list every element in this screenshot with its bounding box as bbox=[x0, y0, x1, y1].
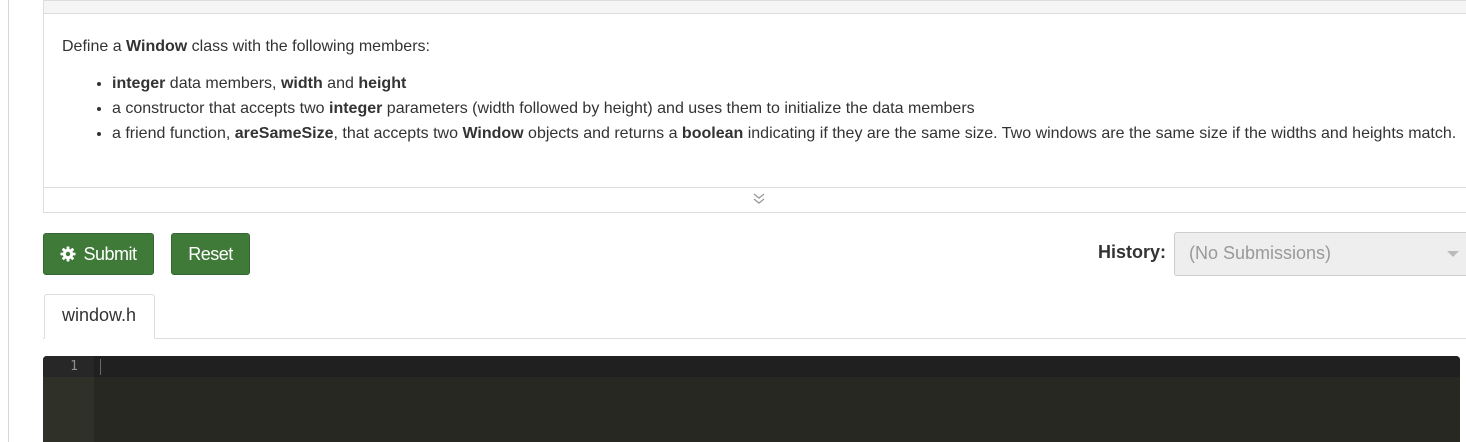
gutter-active-line bbox=[43, 356, 94, 377]
text: a friend function, bbox=[112, 125, 235, 142]
file-tabs-divider bbox=[43, 338, 1466, 339]
line-number: 1 bbox=[70, 359, 78, 374]
text: parameters (width followed by height) an… bbox=[382, 100, 975, 117]
bold-text: integer bbox=[329, 100, 383, 117]
caret-down-icon[interactable] bbox=[1447, 251, 1459, 257]
history-label: History: bbox=[1098, 242, 1167, 262]
file-tab-window-h[interactable]: window.h bbox=[44, 294, 155, 339]
text: objects and returns a bbox=[523, 125, 682, 142]
text: and bbox=[322, 75, 359, 92]
text: , that accepts two bbox=[333, 125, 463, 142]
file-tab-label: window.h bbox=[62, 305, 137, 325]
list-item: a constructor that accepts two integer p… bbox=[112, 96, 1461, 121]
bold-text: Window bbox=[462, 125, 524, 142]
requirements-list: integer data members, width and height a… bbox=[62, 71, 1461, 146]
intro-text: Define a Window class with the following… bbox=[62, 34, 1461, 59]
gear-icon bbox=[60, 246, 76, 262]
panel-header bbox=[44, 1, 1466, 14]
editor-gutter: 1 bbox=[43, 356, 94, 442]
history-select[interactable]: (No Submissions) bbox=[1174, 232, 1466, 276]
bold-text: areSameSize bbox=[234, 125, 334, 142]
bold-text: boolean bbox=[681, 125, 744, 142]
intro-pre: Define a bbox=[62, 38, 127, 55]
text: indicating if they are the same size. Tw… bbox=[743, 125, 1457, 142]
text: data members, bbox=[165, 75, 281, 92]
bold-text: width bbox=[280, 75, 323, 92]
code-editor[interactable]: 1 bbox=[43, 356, 1460, 442]
submit-label: Submit bbox=[83, 243, 137, 264]
problem-description-panel: Define a Window class with the following… bbox=[43, 0, 1466, 213]
text: a constructor that accepts two bbox=[112, 100, 329, 117]
left-rail bbox=[0, 0, 9, 442]
submit-button[interactable]: Submit bbox=[43, 233, 154, 275]
expand-description-toggle[interactable] bbox=[44, 187, 1466, 214]
history-selected-value: (No Submissions) bbox=[1189, 243, 1332, 263]
list-item: integer data members, width and height bbox=[112, 71, 1461, 96]
double-chevron-down-icon bbox=[753, 192, 765, 210]
editor-active-line[interactable] bbox=[94, 356, 1460, 377]
class-name: Window bbox=[126, 38, 188, 55]
reset-button[interactable]: Reset bbox=[171, 233, 250, 275]
problem-description: Define a Window class with the following… bbox=[62, 34, 1461, 146]
intro-post: class with the following members: bbox=[187, 38, 430, 55]
reset-label: Reset bbox=[188, 243, 233, 264]
text-cursor bbox=[100, 359, 101, 375]
bold-text: integer bbox=[112, 75, 166, 92]
list-item: a friend function, areSameSize, that acc… bbox=[112, 121, 1461, 146]
bold-text: height bbox=[358, 75, 407, 92]
